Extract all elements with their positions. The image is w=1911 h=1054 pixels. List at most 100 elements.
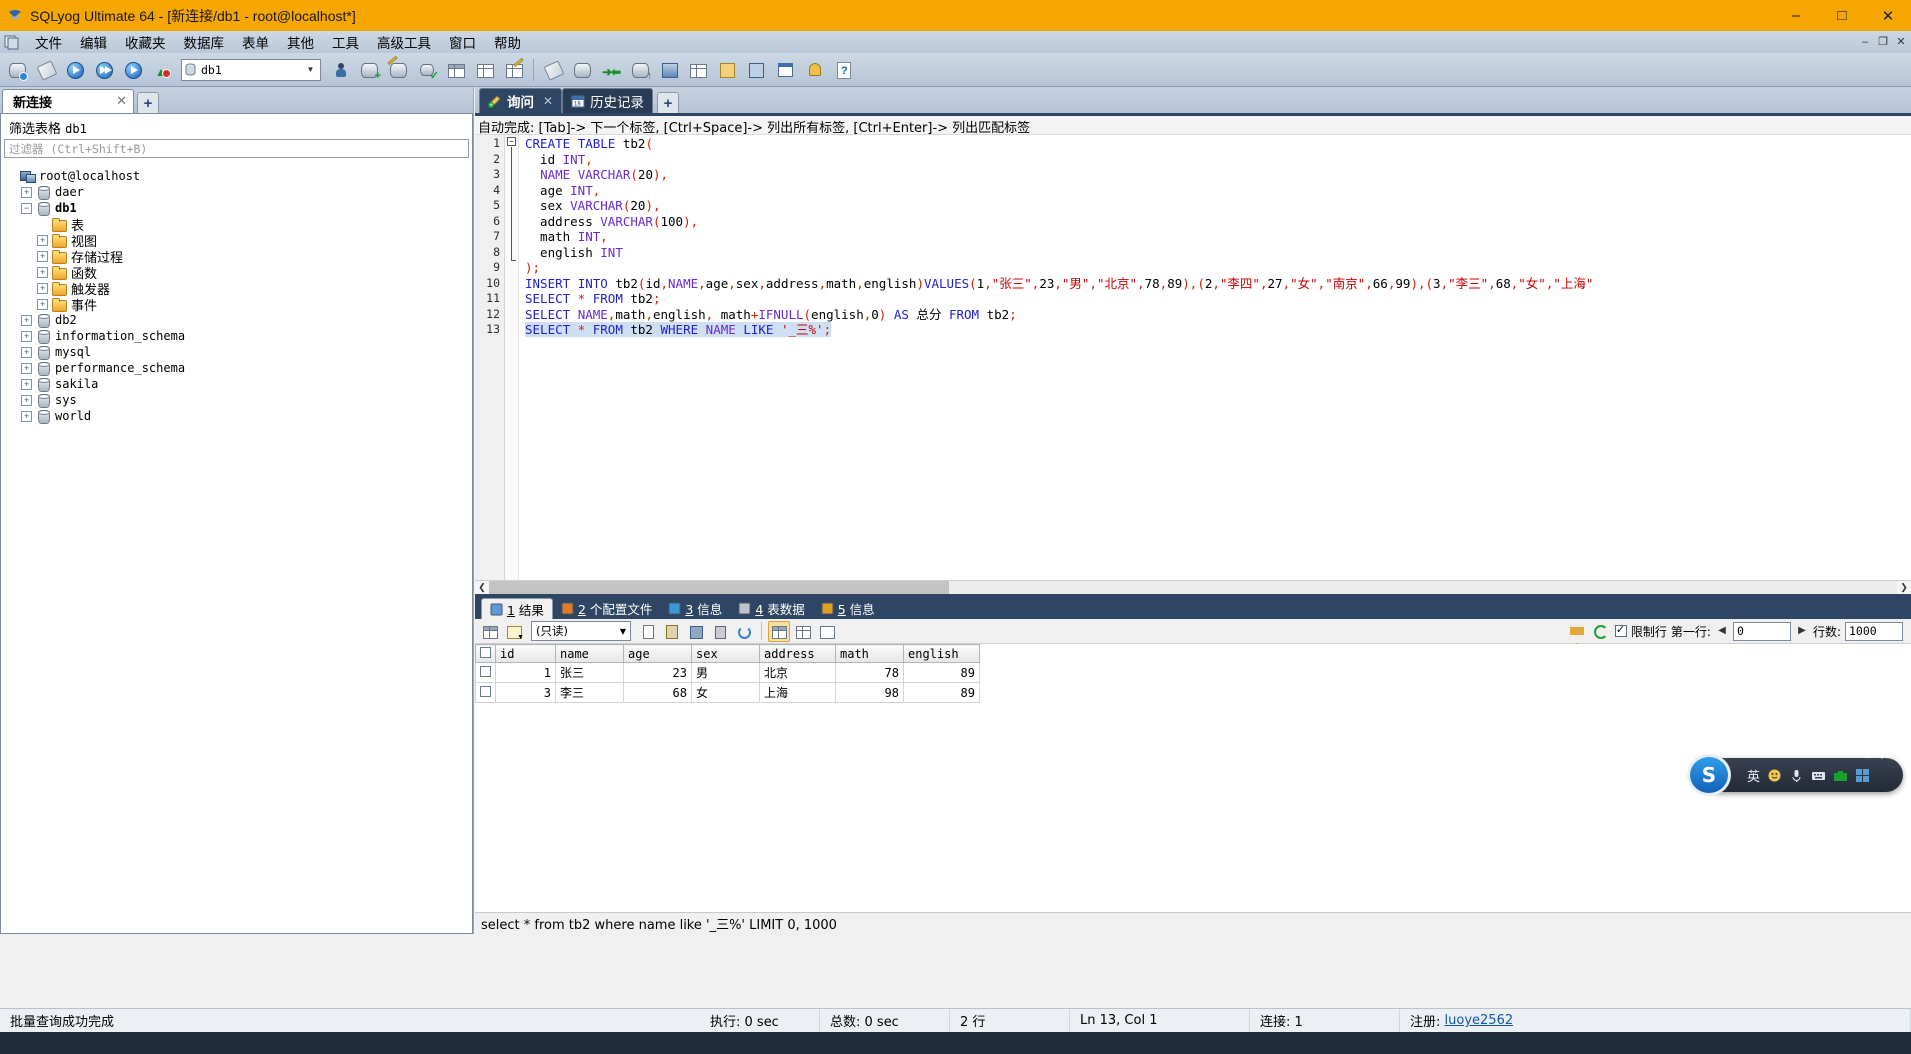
toolbox-icon[interactable] xyxy=(1833,768,1848,783)
status-registration-value[interactable]: luoye2562 xyxy=(1445,1013,1514,1028)
paste-row-icon[interactable] xyxy=(661,621,683,642)
schema-designer-icon[interactable] xyxy=(655,56,683,84)
ime-mode-label[interactable]: 英 xyxy=(1747,766,1760,785)
first-row-input[interactable]: 0 xyxy=(1732,621,1791,641)
cell-math[interactable]: 78 xyxy=(835,662,904,683)
prev-page-button[interactable]: ◀ xyxy=(1715,622,1729,640)
tree-node-db2[interactable]: + db2 xyxy=(5,312,472,328)
tree-node-daer[interactable]: + daer xyxy=(5,184,472,200)
results-tab-2[interactable]: 2 个配置文件 xyxy=(553,598,660,619)
add-connection-tab-button[interactable]: + xyxy=(137,92,159,113)
database-tree[interactable]: root@localhost + daer − db1 表 + 视图 + 存储过程 + 函数 + 触发器 +… xyxy=(1,162,472,933)
sql-formatter-icon[interactable] xyxy=(684,56,712,84)
column-header-name[interactable]: name xyxy=(555,644,624,663)
ime-toolbar[interactable]: S 英 0 K/s xyxy=(1687,748,1903,796)
tab-query[interactable]: + 询问 ✕ xyxy=(479,88,563,113)
chevron-down-icon[interactable]: ▼ xyxy=(616,627,630,636)
expand-icon[interactable]: + xyxy=(21,410,32,422)
tab-history[interactable]: 18 历史记录 xyxy=(562,88,654,113)
mdi-restore-button[interactable]: ❐ xyxy=(1875,34,1891,50)
expand-icon[interactable]: + xyxy=(21,394,32,406)
results-tab-5[interactable]: 5 信息 xyxy=(813,598,883,619)
filter-input[interactable]: 过滤器 (Ctrl+Shift+B) xyxy=(4,139,469,158)
notification-icon[interactable] xyxy=(800,56,828,84)
code-line[interactable]: age INT, xyxy=(525,183,1911,199)
expand-icon[interactable]: + xyxy=(21,378,32,390)
tree-node-sakila[interactable]: + sakila xyxy=(5,376,472,392)
expand-icon[interactable]: + xyxy=(21,362,32,374)
cell-sex[interactable]: 女 xyxy=(691,682,760,703)
expand-icon[interactable]: + xyxy=(37,250,48,262)
refresh-icon[interactable] xyxy=(1589,621,1611,642)
code-line[interactable]: english INT xyxy=(525,245,1911,261)
scheduler-icon[interactable] xyxy=(771,56,799,84)
expand-icon[interactable]: + xyxy=(21,330,32,342)
expand-icon[interactable]: + xyxy=(37,282,48,294)
help-icon[interactable]: ? xyxy=(829,56,857,84)
cell-sex[interactable]: 男 xyxy=(691,662,760,683)
code-line[interactable]: SELECT * FROM tb2 WHERE NAME LIKE '_三%'; xyxy=(525,322,1911,338)
fold-collapse-icon[interactable]: − xyxy=(507,137,516,146)
menu-edit[interactable]: 编辑 xyxy=(71,30,116,54)
tree-node-world[interactable]: + world xyxy=(5,408,472,424)
results-tab-3[interactable]: 3 信息 xyxy=(660,598,730,619)
grid-icon[interactable] xyxy=(1855,768,1870,783)
code-line[interactable]: CREATE TABLE tb2( xyxy=(525,136,1911,152)
column-header-math[interactable]: math xyxy=(835,644,904,663)
database-selector[interactable]: db1 ▼ xyxy=(181,58,321,81)
funnel-icon[interactable] xyxy=(1563,621,1585,649)
menu-others[interactable]: 其他 xyxy=(278,30,323,54)
cell-name[interactable]: 李三 xyxy=(555,682,624,703)
results-grid[interactable]: id name age sex address math english 1 张三 23 男北京 78… xyxy=(475,644,980,703)
delete-row-icon[interactable] xyxy=(709,621,731,642)
cell-id[interactable]: 3 xyxy=(495,682,556,703)
menu-database[interactable]: 数据库 xyxy=(175,30,234,54)
import-data-icon[interactable] xyxy=(742,56,770,84)
close-icon[interactable]: ✕ xyxy=(543,94,553,108)
cell-age[interactable]: 68 xyxy=(623,682,692,703)
menu-file[interactable]: 文件 xyxy=(26,30,71,54)
cell-name[interactable]: 张三 xyxy=(555,662,624,683)
expand-icon[interactable]: + xyxy=(37,266,48,278)
code-line[interactable]: id INT, xyxy=(525,152,1911,168)
smiley-icon[interactable] xyxy=(1767,768,1782,783)
scroll-track[interactable] xyxy=(489,581,1897,594)
menu-table[interactable]: 表单 xyxy=(233,30,278,54)
column-header-english[interactable]: english xyxy=(903,644,980,663)
column-header-address[interactable]: address xyxy=(759,644,836,663)
keyboard-icon[interactable] xyxy=(1811,768,1826,783)
create-table-icon[interactable] xyxy=(442,56,470,84)
manage-indexes-icon[interactable] xyxy=(500,56,528,84)
minimize-button[interactable]: – xyxy=(1773,0,1819,31)
code-line[interactable]: ); xyxy=(525,260,1911,276)
tree-node-mysql[interactable]: + mysql xyxy=(5,344,472,360)
refresh-object-browser-icon[interactable] xyxy=(32,56,60,84)
copy-row-icon[interactable] xyxy=(637,621,659,642)
expand-icon[interactable]: + xyxy=(21,346,32,358)
limit-rows-checkbox[interactable] xyxy=(1614,623,1627,637)
menu-window[interactable]: 窗口 xyxy=(440,30,485,54)
restore-database-icon[interactable]: ↑ xyxy=(626,56,654,84)
code-line[interactable]: math INT, xyxy=(525,229,1911,245)
form-mode-icon[interactable] xyxy=(792,621,814,642)
scroll-thumb[interactable] xyxy=(489,581,949,594)
expand-icon[interactable]: + xyxy=(21,186,32,198)
close-button[interactable]: ✕ xyxy=(1865,0,1911,31)
tree-node-sys[interactable]: + sys xyxy=(5,392,472,408)
backup-database-icon[interactable] xyxy=(568,56,596,84)
scroll-left-icon[interactable]: ❮ xyxy=(475,581,489,594)
sql-code[interactable]: CREATE TABLE tb2( id INT, NAME VARCHAR(2… xyxy=(519,135,1911,580)
maximize-button[interactable]: □ xyxy=(1819,0,1865,31)
cell-english[interactable]: 89 xyxy=(903,662,980,683)
export-data-icon[interactable] xyxy=(713,56,741,84)
mdi-close-button[interactable]: ✕ xyxy=(1893,34,1909,50)
table-row[interactable]: 3 李三 68 女上海 98 89 xyxy=(475,682,980,703)
cell-address[interactable]: 北京 xyxy=(759,662,836,683)
save-changes-icon[interactable] xyxy=(685,621,707,642)
grid-view-icon[interactable] xyxy=(479,621,501,642)
expand-icon[interactable]: + xyxy=(37,298,48,310)
menu-favorites[interactable]: 收藏夹 xyxy=(116,30,175,54)
tree-node-information_schema[interactable]: + information_schema xyxy=(5,328,472,344)
tree-node-rootlocalhost[interactable]: root@localhost xyxy=(5,168,472,184)
text-mode-icon[interactable] xyxy=(816,621,838,642)
